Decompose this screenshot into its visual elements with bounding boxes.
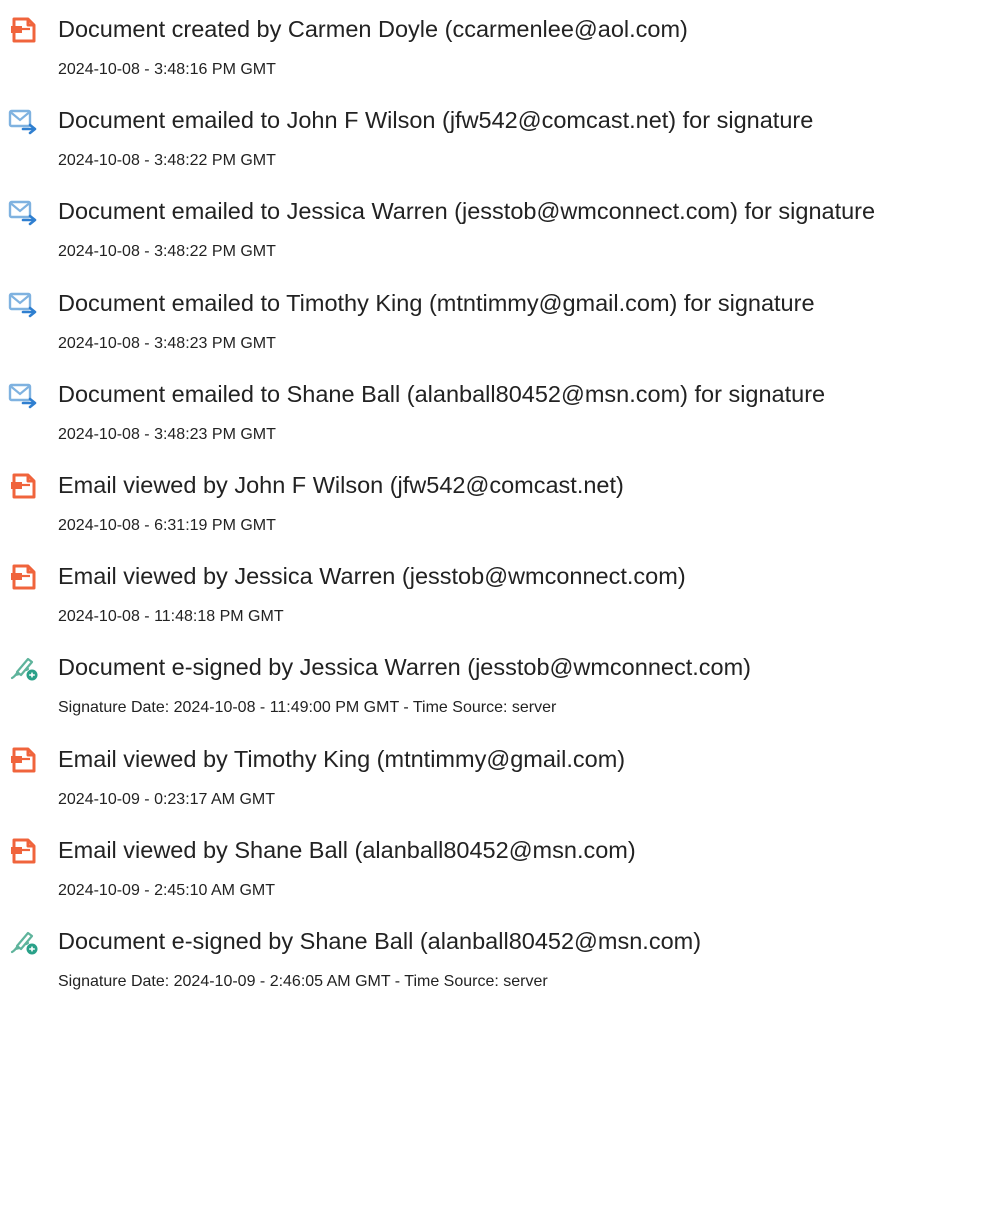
- email-sent-icon: [8, 290, 38, 318]
- audit-entry: Document emailed to Timothy King (mtntim…: [0, 288, 985, 368]
- audit-entry: Email viewed by Jessica Warren (jesstob@…: [0, 561, 985, 641]
- entry-title: Document emailed to Shane Ball (alanball…: [58, 380, 826, 407]
- email-viewed-icon: [8, 472, 38, 500]
- entry-timestamp: 2024-10-08 - 3:48:22 PM GMT: [58, 152, 276, 170]
- entry-timestamp: 2024-10-09 - 2:45:10 AM GMT: [58, 881, 275, 899]
- audit-entry: Document e-signed by Shane Ball (alanbal…: [0, 926, 985, 1006]
- entry-signature-date: Signature Date: 2024-10-09 - 2:46:05 AM …: [58, 973, 548, 990]
- entry-title: Document e-signed by Shane Ball (alanbal…: [58, 928, 702, 954]
- entry-timestamp: 2024-10-08 - 11:48:18 PM GMT: [58, 608, 284, 626]
- entry-title: Email viewed by Shane Ball (alanball8045…: [58, 836, 636, 863]
- entry-timestamp: 2024-10-08 - 6:31:19 PM GMT: [58, 517, 276, 534]
- email-sent-icon: [8, 381, 38, 409]
- entry-timestamp: 2024-10-08 - 3:48:16 PM GMT: [58, 61, 276, 78]
- audit-entry: Document emailed to Shane Ball (alanball…: [0, 379, 985, 459]
- entry-title: Document e-signed by Jessica Warren (jes…: [58, 654, 751, 681]
- entry-title: Email viewed by Jessica Warren (jesstob@…: [58, 563, 686, 590]
- audit-entry: Document created by Carmen Doyle (ccarme…: [0, 14, 985, 94]
- audit-entry: Document emailed to Jessica Warren (jess…: [0, 196, 985, 276]
- e-signature-pen-icon: [8, 928, 38, 956]
- audit-entry: Document e-signed by Jessica Warren (jes…: [0, 652, 985, 732]
- e-signature-pen-icon: [8, 654, 38, 682]
- audit-entry: Document emailed to John F Wilson (jfw54…: [0, 105, 985, 185]
- entry-timestamp: 2024-10-09 - 0:23:17 AM GMT: [58, 790, 275, 808]
- entry-title: Document emailed to Timothy King (mtntim…: [58, 289, 815, 316]
- entry-signature-date: Signature Date: 2024-10-08 - 11:49:00 PM…: [58, 699, 557, 717]
- email-sent-icon: [8, 198, 38, 226]
- document-created-icon: [8, 16, 38, 44]
- entry-timestamp: 2024-10-08 - 3:48:23 PM GMT: [58, 425, 276, 443]
- entry-title: Document emailed to Jessica Warren (jess…: [58, 198, 876, 225]
- audit-entry: Email viewed by Shane Ball (alanball8045…: [0, 835, 985, 915]
- audit-entry: Email viewed by John F Wilson (jfw542@co…: [0, 470, 985, 550]
- entry-title: Email viewed by John F Wilson (jfw542@co…: [58, 472, 624, 498]
- email-viewed-icon: [8, 746, 38, 774]
- email-sent-icon: [8, 107, 38, 135]
- entry-timestamp: 2024-10-08 - 3:48:22 PM GMT: [58, 243, 276, 261]
- entry-title: Document created by Carmen Doyle (ccarme…: [58, 16, 688, 42]
- email-viewed-icon: [8, 837, 38, 865]
- audit-entry: Email viewed by Timothy King (mtntimmy@g…: [0, 744, 985, 824]
- entry-title: Email viewed by Timothy King (mtntimmy@g…: [58, 745, 626, 772]
- entry-title: Document emailed to John F Wilson (jfw54…: [58, 107, 814, 134]
- entry-timestamp: 2024-10-08 - 3:48:23 PM GMT: [58, 334, 276, 352]
- email-viewed-icon: [8, 563, 38, 591]
